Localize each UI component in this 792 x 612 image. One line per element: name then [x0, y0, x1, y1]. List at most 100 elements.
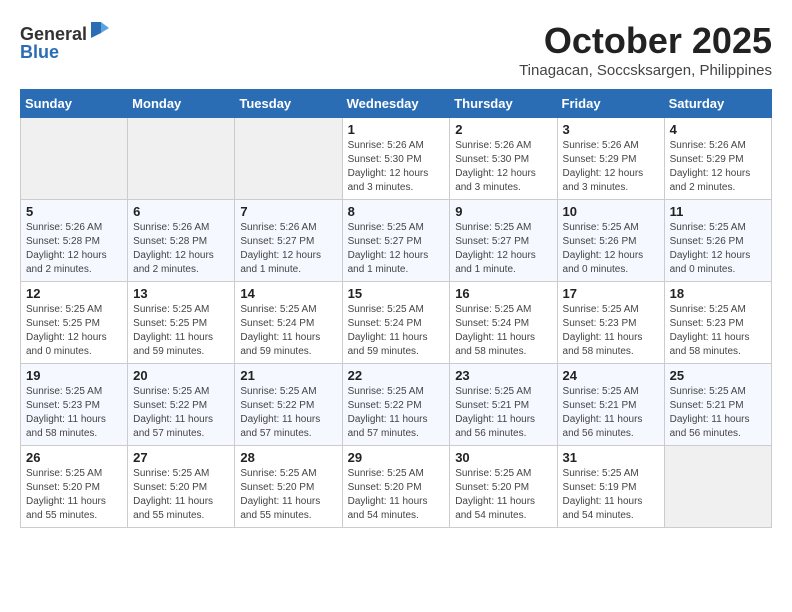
day-number: 2 — [455, 122, 551, 137]
day-number: 22 — [348, 368, 445, 383]
calendar-cell: 13 Sunrise: 5:25 AM Sunset: 5:25 PM Dayli… — [128, 282, 235, 364]
day-number: 30 — [455, 450, 551, 465]
calendar-cell: 30 Sunrise: 5:25 AM Sunset: 5:20 PM Dayli… — [450, 446, 557, 528]
weekday-header: Saturday — [664, 90, 771, 118]
calendar-cell: 10Sunrise: 5:25 AM Sunset: 5:26 PM Dayli… — [557, 200, 664, 282]
day-info: Sunrise: 5:25 AM Sunset: 5:24 PM Dayligh… — [240, 303, 336, 359]
day-number: 29 — [348, 450, 445, 465]
calendar-cell: 29 Sunrise: 5:25 AM Sunset: 5:20 PM Dayli… — [342, 446, 450, 528]
calendar-cell: 28 Sunrise: 5:25 AM Sunset: 5:20 PM Dayli… — [235, 446, 342, 528]
day-info: Sunrise: 5:25 AM Sunset: 5:22 PM Dayligh… — [348, 385, 445, 441]
weekday-header: Monday — [128, 90, 235, 118]
day-info: Sunrise: 5:25 AM Sunset: 5:23 PM Dayligh… — [670, 303, 766, 359]
location-text: Tinagacan, Soccsksargen, Philippines — [519, 62, 772, 79]
day-info: Sunrise: 5:25 AM Sunset: 5:20 PM Dayligh… — [348, 467, 445, 523]
calendar-cell: 22 Sunrise: 5:25 AM Sunset: 5:22 PM Dayli… — [342, 364, 450, 446]
calendar-cell: 4Sunrise: 5:26 AM Sunset: 5:29 PM Daylig… — [664, 118, 771, 200]
calendar-cell — [235, 118, 342, 200]
day-info: Sunrise: 5:25 AM Sunset: 5:20 PM Dayligh… — [133, 467, 229, 523]
day-number: 15 — [348, 286, 445, 301]
calendar-cell: 21Sunrise: 5:25 AM Sunset: 5:22 PM Dayli… — [235, 364, 342, 446]
weekday-header: Sunday — [21, 90, 128, 118]
calendar-cell: 25 Sunrise: 5:25 AM Sunset: 5:21 PM Dayli… — [664, 364, 771, 446]
day-info: Sunrise: 5:25 AM Sunset: 5:26 PM Dayligh… — [563, 221, 659, 277]
calendar-cell: 6 Sunrise: 5:26 AM Sunset: 5:28 PM Daylig… — [128, 200, 235, 282]
day-number: 25 — [670, 368, 766, 383]
day-number: 16 — [455, 286, 551, 301]
day-number: 4 — [670, 122, 766, 137]
calendar-cell: 26 Sunrise: 5:25 AM Sunset: 5:20 PM Dayli… — [21, 446, 128, 528]
calendar-cell: 24 Sunrise: 5:25 AM Sunset: 5:21 PM Dayli… — [557, 364, 664, 446]
day-number: 24 — [563, 368, 659, 383]
day-info: Sunrise: 5:25 AM Sunset: 5:23 PM Dayligh… — [26, 385, 122, 441]
calendar-cell — [128, 118, 235, 200]
calendar-cell: 15Sunrise: 5:25 AM Sunset: 5:24 PM Dayli… — [342, 282, 450, 364]
calendar-week-row: 19Sunrise: 5:25 AM Sunset: 5:23 PM Dayli… — [21, 364, 772, 446]
day-number: 27 — [133, 450, 229, 465]
day-number: 5 — [26, 204, 122, 219]
calendar-cell: 31Sunrise: 5:25 AM Sunset: 5:19 PM Dayli… — [557, 446, 664, 528]
day-info: Sunrise: 5:26 AM Sunset: 5:30 PM Dayligh… — [348, 139, 445, 195]
calendar-cell: 23 Sunrise: 5:25 AM Sunset: 5:21 PM Dayli… — [450, 364, 557, 446]
calendar-cell: 14 Sunrise: 5:25 AM Sunset: 5:24 PM Dayli… — [235, 282, 342, 364]
day-number: 12 — [26, 286, 122, 301]
calendar-cell: 19Sunrise: 5:25 AM Sunset: 5:23 PM Dayli… — [21, 364, 128, 446]
day-number: 7 — [240, 204, 336, 219]
day-info: Sunrise: 5:26 AM Sunset: 5:30 PM Dayligh… — [455, 139, 551, 195]
day-number: 28 — [240, 450, 336, 465]
weekday-header: Wednesday — [342, 90, 450, 118]
calendar-cell: 7 Sunrise: 5:26 AM Sunset: 5:27 PM Daylig… — [235, 200, 342, 282]
weekday-header: Tuesday — [235, 90, 342, 118]
weekday-header: Friday — [557, 90, 664, 118]
day-info: Sunrise: 5:26 AM Sunset: 5:28 PM Dayligh… — [26, 221, 122, 277]
day-number: 18 — [670, 286, 766, 301]
calendar-cell: 8 Sunrise: 5:25 AM Sunset: 5:27 PM Daylig… — [342, 200, 450, 282]
day-info: Sunrise: 5:26 AM Sunset: 5:28 PM Dayligh… — [133, 221, 229, 277]
day-info: Sunrise: 5:25 AM Sunset: 5:21 PM Dayligh… — [563, 385, 659, 441]
day-info: Sunrise: 5:25 AM Sunset: 5:20 PM Dayligh… — [26, 467, 122, 523]
logo-blue-text: Blue — [20, 42, 59, 62]
day-info: Sunrise: 5:25 AM Sunset: 5:19 PM Dayligh… — [563, 467, 659, 523]
day-number: 13 — [133, 286, 229, 301]
day-number: 6 — [133, 204, 229, 219]
calendar-week-row: 12 Sunrise: 5:25 AM Sunset: 5:25 PM Dayli… — [21, 282, 772, 364]
day-number: 26 — [26, 450, 122, 465]
day-number: 17 — [563, 286, 659, 301]
day-number: 20 — [133, 368, 229, 383]
day-info: Sunrise: 5:25 AM Sunset: 5:24 PM Dayligh… — [455, 303, 551, 359]
calendar-cell: 5 Sunrise: 5:26 AM Sunset: 5:28 PM Daylig… — [21, 200, 128, 282]
day-number: 3 — [563, 122, 659, 137]
day-info: Sunrise: 5:25 AM Sunset: 5:21 PM Dayligh… — [670, 385, 766, 441]
calendar-cell: 9 Sunrise: 5:25 AM Sunset: 5:27 PM Daylig… — [450, 200, 557, 282]
day-info: Sunrise: 5:25 AM Sunset: 5:21 PM Dayligh… — [455, 385, 551, 441]
day-info: Sunrise: 5:25 AM Sunset: 5:27 PM Dayligh… — [348, 221, 445, 277]
calendar-table: SundayMondayTuesdayWednesdayThursdayFrid… — [20, 89, 772, 528]
day-info: Sunrise: 5:25 AM Sunset: 5:20 PM Dayligh… — [455, 467, 551, 523]
day-number: 8 — [348, 204, 445, 219]
calendar-cell: 2 Sunrise: 5:26 AM Sunset: 5:30 PM Daylig… — [450, 118, 557, 200]
calendar-cell: 11Sunrise: 5:25 AM Sunset: 5:26 PM Dayli… — [664, 200, 771, 282]
day-number: 9 — [455, 204, 551, 219]
day-info: Sunrise: 5:25 AM Sunset: 5:23 PM Dayligh… — [563, 303, 659, 359]
title-block: October 2025 Tinagacan, Soccsksargen, Ph… — [519, 20, 772, 79]
day-number: 21 — [240, 368, 336, 383]
calendar-week-row: 26 Sunrise: 5:25 AM Sunset: 5:20 PM Dayli… — [21, 446, 772, 528]
calendar-cell: 20 Sunrise: 5:25 AM Sunset: 5:22 PM Dayli… — [128, 364, 235, 446]
calendar-header-row: SundayMondayTuesdayWednesdayThursdayFrid… — [21, 90, 772, 118]
calendar-cell: 12 Sunrise: 5:25 AM Sunset: 5:25 PM Dayli… — [21, 282, 128, 364]
page-header: General Blue October 2025 Tinagacan, Soc… — [20, 20, 772, 79]
day-info: Sunrise: 5:25 AM Sunset: 5:27 PM Dayligh… — [455, 221, 551, 277]
day-info: Sunrise: 5:25 AM Sunset: 5:25 PM Dayligh… — [133, 303, 229, 359]
day-info: Sunrise: 5:25 AM Sunset: 5:25 PM Dayligh… — [26, 303, 122, 359]
calendar-cell: 27 Sunrise: 5:25 AM Sunset: 5:20 PM Dayli… — [128, 446, 235, 528]
calendar-cell: 16 Sunrise: 5:25 AM Sunset: 5:24 PM Dayli… — [450, 282, 557, 364]
day-info: Sunrise: 5:26 AM Sunset: 5:27 PM Dayligh… — [240, 221, 336, 277]
day-info: Sunrise: 5:25 AM Sunset: 5:22 PM Dayligh… — [133, 385, 229, 441]
day-info: Sunrise: 5:25 AM Sunset: 5:20 PM Dayligh… — [240, 467, 336, 523]
day-number: 14 — [240, 286, 336, 301]
calendar-cell — [21, 118, 128, 200]
calendar-week-row: 1Sunrise: 5:26 AM Sunset: 5:30 PM Daylig… — [21, 118, 772, 200]
day-number: 23 — [455, 368, 551, 383]
calendar-cell: 3 Sunrise: 5:26 AM Sunset: 5:29 PM Daylig… — [557, 118, 664, 200]
day-info: Sunrise: 5:26 AM Sunset: 5:29 PM Dayligh… — [563, 139, 659, 195]
